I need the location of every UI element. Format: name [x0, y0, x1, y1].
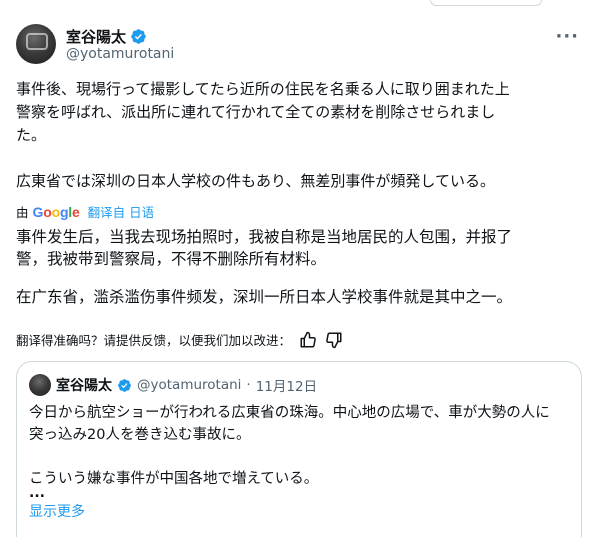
quoted-display-name: 室谷陽太	[56, 378, 112, 394]
quoted-line: 突っ込み20人を巻き込む事故に。	[29, 427, 251, 443]
translation-line: 警，我被带到警察局，不得不删除所有材料。	[16, 250, 327, 268]
translation-line: 在广东省，滥杀滥伤事件频发，深圳一所日本人学校事件就是其中之一。	[16, 288, 513, 306]
name-row: 室谷陽太	[66, 26, 147, 47]
handle[interactable]: @yotamurotani	[66, 46, 174, 62]
translation-feedback: 翻译得准确吗？请提供反馈，以便我们加以改进：	[16, 330, 343, 349]
google-logo: Google	[32, 203, 80, 220]
verified-badge-icon	[118, 378, 131, 392]
translated-by-prefix: 由	[16, 205, 29, 220]
verified-badge-icon	[131, 29, 146, 44]
quoted-ellipsis: ...	[29, 485, 45, 501]
avatar[interactable]	[16, 24, 56, 64]
more-horizontal-icon[interactable]: ···	[555, 26, 579, 47]
show-more-link[interactable]: 显示更多	[29, 501, 85, 521]
quoted-avatar	[29, 374, 51, 396]
feedback-question: 翻译得准确吗？请提供反馈，以便我们加以改进：	[16, 333, 292, 348]
quoted-line: 今日から航空ショーが行われる広東省の珠海。中心地の広場で、車が大勢の人に	[29, 405, 550, 421]
tweet-line: 広東省では深圳の日本人学校の件もあり、無差別事件が頻発している。	[16, 172, 495, 190]
top-card-edge	[430, 0, 542, 6]
translated-text: 事件发生后，当我去现场拍照时，我被自称是当地居民的人包围，并报了 警，我被带到警…	[16, 226, 579, 308]
thumbs-up-icon[interactable]	[299, 331, 317, 349]
tweet-line: 警察を呼ばれ、派出所に連れて行かれて全ての素材を削除させられまし	[16, 103, 496, 121]
thumbs-down-icon[interactable]	[325, 331, 343, 349]
tweet-line: 事件後、現場行って撮影してたら近所の住民を名乗る人に取り囲まれた上	[16, 80, 510, 98]
tweet-text: 事件後、現場行って撮影してたら近所の住民を名乗る人に取り囲まれた上 警察を呼ばれ…	[16, 78, 579, 193]
quoted-text: 今日から航空ショーが行われる広東省の珠海。中心地の広場で、車が大勢の人に 突っ込…	[29, 402, 569, 490]
quoted-handle: @yotamurotani	[137, 377, 242, 393]
translated-by-bar: 由 Google 翻译自 日语	[16, 202, 154, 221]
quoted-date: 11月12日	[255, 379, 318, 395]
tweet-line: た。	[16, 126, 47, 144]
tweet-header: 室谷陽太 @yotamurotani ···	[16, 22, 579, 66]
quoted-line: こういう嫌な事件が中国各地で増えている。	[29, 471, 319, 487]
quoted-tweet-header: 室谷陽太 @yotamurotani · 11月12日	[29, 374, 317, 396]
display-name[interactable]: 室谷陽太	[66, 26, 126, 47]
translation-line: 事件发生后，当我去现场拍照时，我被自称是当地居民的人包围，并报了	[16, 228, 513, 246]
quoted-tweet[interactable]: 室谷陽太 @yotamurotani · 11月12日 今日から航空ショーが行わ…	[16, 361, 582, 537]
translated-from-link[interactable]: 翻译自 日语	[88, 202, 154, 221]
quoted-separator: ·	[246, 377, 251, 393]
